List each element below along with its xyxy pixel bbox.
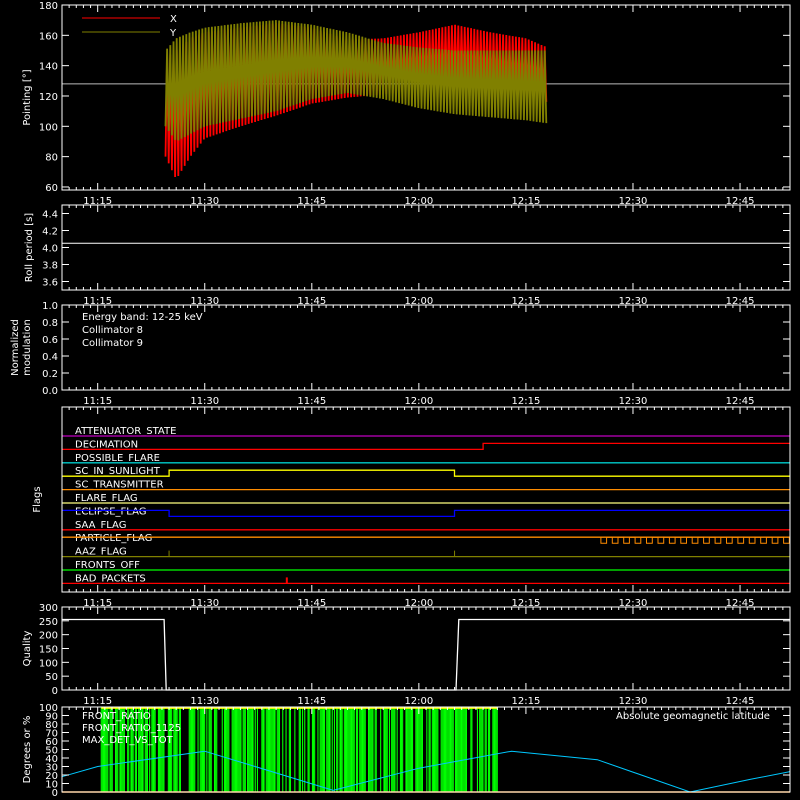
y-tick-label: 3.6 [42,278,58,289]
flag-fronts-off: FRONTS_OFF [62,560,790,571]
roll-period-panel: 3.63.84.04.24.4Roll period [s]11:15 11:30… [24,204,791,307]
quality-line [62,618,790,691]
flags-panel: ATTENUATOR_STATE DECIMATION POSSIBLE_FLARE… [32,406,791,609]
x-tick-label: 12:00 [404,396,433,407]
flag-line [62,469,790,477]
y-tick-label: 180 [39,1,58,12]
y-tick-label: 0 [52,686,58,697]
x-tick-label: 12:15 [512,696,541,707]
legend-label: FRONT_RATIO_1125 [82,723,181,734]
y-tick-label: 100 [39,658,58,669]
front-ratio-panel: 0102030405060708090100Degrees or % FRONT_… [22,703,791,799]
y-tick-label: 200 [39,631,58,642]
flag-label: PARTICLE_FLAG [75,533,152,544]
front-ratio-1125-bars [100,707,498,792]
x-tick-label: 12:00 [404,696,433,707]
flag-sc-in-sunlight: SC_IN_SUNLIGHT [62,466,790,477]
legend-label: Collimator 9 [82,338,143,349]
x-tick-label: 12:45 [726,396,755,407]
flag-flare-flag: FLARE_FLAG [62,493,790,504]
rhessi-summary-figure: 60 80 100 120 140 160 180 Pointing [°] XY 11:15 11… [10,1,791,799]
y-tick-label: 3.8 [42,261,58,272]
flag-label: ECLIPSE_FLAG [75,506,146,517]
pointing-panel: 6080100120140160180Pointing [°]XY11:15 11… [22,1,791,207]
x-tick-label: 12:45 [726,696,755,707]
x-tick-label: 11:30 [190,696,219,707]
flag-possible-flare: POSSIBLE_FLARE [62,453,790,464]
legend-label: Collimator 8 [82,325,143,336]
legend-label: FRONT_RATIO [82,711,151,722]
y-tick-label: 0.4 [42,352,58,363]
roll-period-frame [61,204,791,291]
y-tick-label: 50 [45,672,58,683]
flag-line [62,442,790,451]
y-axis-label: Roll period [s] [24,213,35,282]
y-axis-label: Flags [32,486,43,512]
x-tick-label: 11:15 [83,396,112,407]
y-tick-label: 100 [39,122,58,133]
flag-sc-transmitter: SC_TRANSMITTER [62,480,790,491]
y-tick-label: 80 [45,153,58,164]
geomag-legend-label: Absolute geomagnetic latitude [616,711,770,722]
y-tick-label: 150 [39,645,58,656]
y-tick-label: 4.0 [42,244,58,255]
y-tick-label: 0.8 [42,318,58,329]
legend-label: MAX_DET_VS_TOT [82,735,174,746]
flag-decimation: DECIMATION [62,439,790,450]
flag-line [62,509,790,518]
y-tick-label: 60 [45,183,58,194]
particle-flag-toggles [600,536,790,544]
x-tick-label: 12:30 [619,696,648,707]
y-tick-label: 300 [39,603,58,614]
series-y [164,20,548,141]
x-tick-label: 11:15 [83,696,112,707]
flag-attenuator-state: ATTENUATOR_STATE [62,426,790,437]
y-tick-label: 4.4 [42,210,58,221]
y-axis-label-line1: Normalized [10,319,21,376]
flag-aaz-flag: AAZ_FLAG [62,547,790,558]
legend-label: X [170,14,177,25]
energy-band-annotation: Energy band: 12-25 keV [82,312,203,323]
y-tick-label: 160 [39,31,58,42]
x-tick-label: 12:30 [619,396,648,407]
legend-label: Y [169,28,177,39]
y-tick-label: 4.2 [42,227,58,238]
x-tick-label: 11:30 [190,396,219,407]
y-tick-label: 100 [39,703,58,714]
modulation-panel: 0.0 0.2 0.4 0.6 0.8 1.0 Normalized modulation En… [10,301,791,407]
series-line-y [164,20,548,141]
y-tick-label: 120 [39,92,58,103]
y-tick-label: 0.6 [42,335,58,346]
y-tick-label: 1.0 [42,301,58,312]
y-tick-label: 250 [39,617,58,628]
y-tick-label: 0.2 [42,369,58,380]
y-axis-label: Pointing [°] [22,69,33,125]
y-axis-label: Degrees or % [22,716,33,784]
flag-eclipse-flag: ECLIPSE_FLAG [62,506,790,517]
y-tick-label: 140 [39,62,58,73]
x-tick-label: 11:45 [297,396,326,407]
flag-saa-flag: SAA_FLAG [62,520,790,531]
x-tick-label: 11:45 [297,696,326,707]
flag-bad-packets: BAD_PACKETS [62,573,790,584]
y-axis-label-line2: modulation [22,319,33,376]
y-axis-label: Quality [22,631,33,667]
quality-panel: 0 50 100 150 200 250 300 Quality 11:15 11:30 11:45… [22,603,791,707]
y-tick-label: 0.0 [42,386,58,397]
x-tick-label: 12:15 [512,396,541,407]
